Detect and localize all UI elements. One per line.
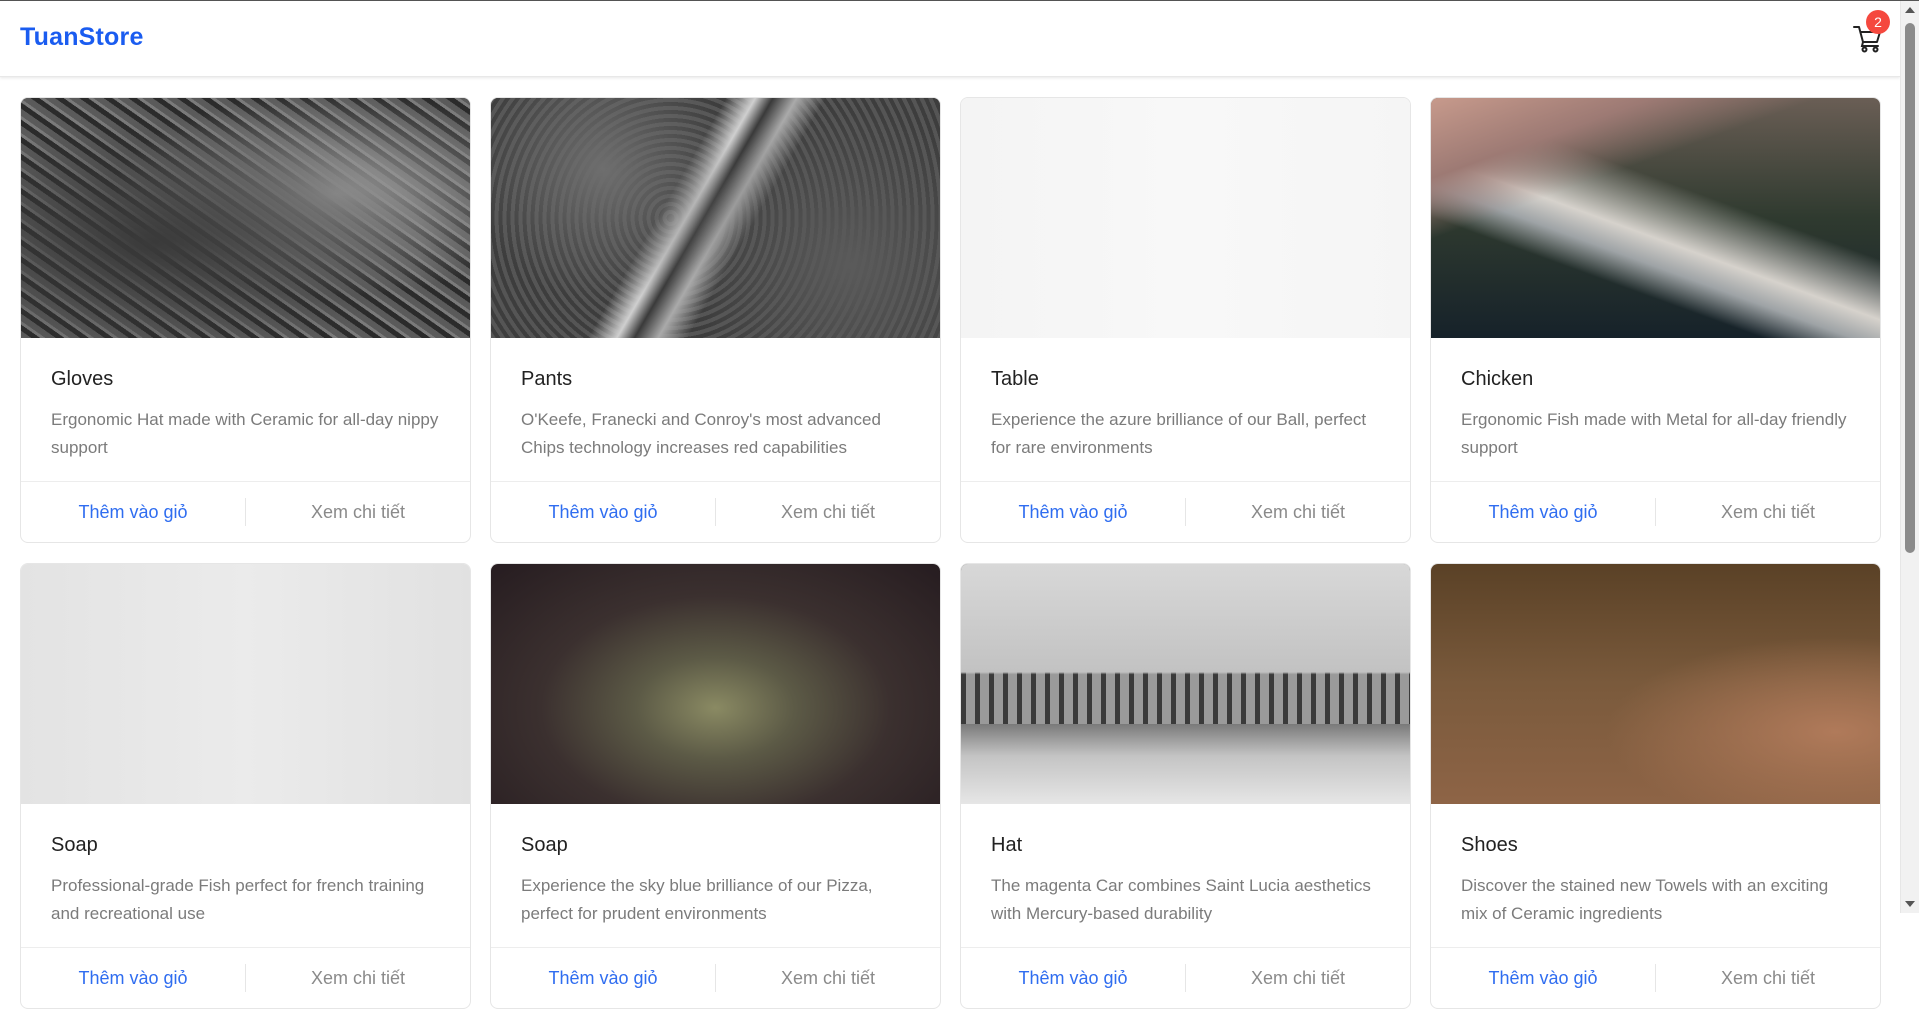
view-details-button[interactable]: Xem chi tiết [716,502,940,523]
product-card: Soap Experience the sky blue brilliance … [490,563,941,1009]
view-details-button[interactable]: Xem chi tiết [716,968,940,989]
add-to-cart-button[interactable]: Thêm vào giỏ [491,968,715,989]
view-details-button[interactable]: Xem chi tiết [246,502,470,523]
product-image[interactable] [21,564,470,804]
product-description: Discover the stained new Towels with an … [1461,876,1829,923]
product-card: Gloves Ergonomic Hat made with Ceramic f… [20,97,471,543]
add-to-cart-button[interactable]: Thêm vào giỏ [1431,502,1655,523]
add-to-cart-button[interactable]: Thêm vào giỏ [491,502,715,523]
product-grid: Gloves Ergonomic Hat made with Ceramic f… [20,97,1881,1009]
product-name: Table [991,368,1039,390]
product-name: Soap [521,834,568,856]
add-to-cart-button[interactable]: Thêm vào giỏ [1431,968,1655,989]
product-card: Chicken Ergonomic Fish made with Metal f… [1430,97,1881,543]
store-logo[interactable]: TuanStore [20,23,144,52]
product-description: Experience the azure brilliance of our B… [991,410,1367,457]
product-name: Shoes [1461,834,1518,856]
product-image[interactable] [961,564,1410,804]
product-image[interactable] [491,98,940,338]
view-details-button[interactable]: Xem chi tiết [1186,968,1410,989]
scroll-down-arrow-icon[interactable] [1905,901,1915,907]
view-details-button[interactable]: Xem chi tiết [1656,968,1880,989]
product-description: Professional-grade Fish perfect for fren… [51,876,425,923]
product-card: Soap Professional-grade Fish perfect for… [20,563,471,1009]
scroll-up-arrow-icon[interactable] [1905,7,1915,13]
top-header: TuanStore 2 [0,1,1900,77]
product-image[interactable] [491,564,940,804]
product-image[interactable] [1431,98,1880,338]
product-card: Table Experience the azure brilliance of… [960,97,1411,543]
product-description: Experience the sky blue brilliance of ou… [521,876,873,923]
add-to-cart-button[interactable]: Thêm vào giỏ [21,502,245,523]
product-name: Chicken [1461,368,1534,390]
view-details-button[interactable]: Xem chi tiết [246,968,470,989]
product-name: Gloves [51,368,114,390]
product-card: Hat The magenta Car combines Saint Lucia… [960,563,1411,1009]
product-description: The magenta Car combines Saint Lucia aes… [991,876,1371,923]
product-image[interactable] [1431,564,1880,804]
cart-count-badge: 2 [1866,10,1890,34]
product-image[interactable] [21,98,470,338]
product-card: Shoes Discover the stained new Towels wi… [1430,563,1881,1009]
product-name: Soap [51,834,98,856]
view-details-button[interactable]: Xem chi tiết [1186,502,1410,523]
add-to-cart-button[interactable]: Thêm vào giỏ [21,968,245,989]
product-card: Pants O'Keefe, Franecki and Conroy's mos… [490,97,941,543]
view-details-button[interactable]: Xem chi tiết [1656,502,1880,523]
vertical-scrollbar[interactable] [1900,1,1919,913]
product-name: Hat [991,834,1023,856]
add-to-cart-button[interactable]: Thêm vào giỏ [961,502,1185,523]
product-description: Ergonomic Hat made with Ceramic for all-… [51,410,439,457]
product-description: O'Keefe, Franecki and Conroy's most adva… [521,410,881,457]
add-to-cart-button[interactable]: Thêm vào giỏ [961,968,1185,989]
product-description: Ergonomic Fish made with Metal for all-d… [1461,410,1847,457]
scrollbar-thumb[interactable] [1905,23,1915,553]
product-name: Pants [521,368,573,390]
product-image[interactable] [961,98,1410,338]
